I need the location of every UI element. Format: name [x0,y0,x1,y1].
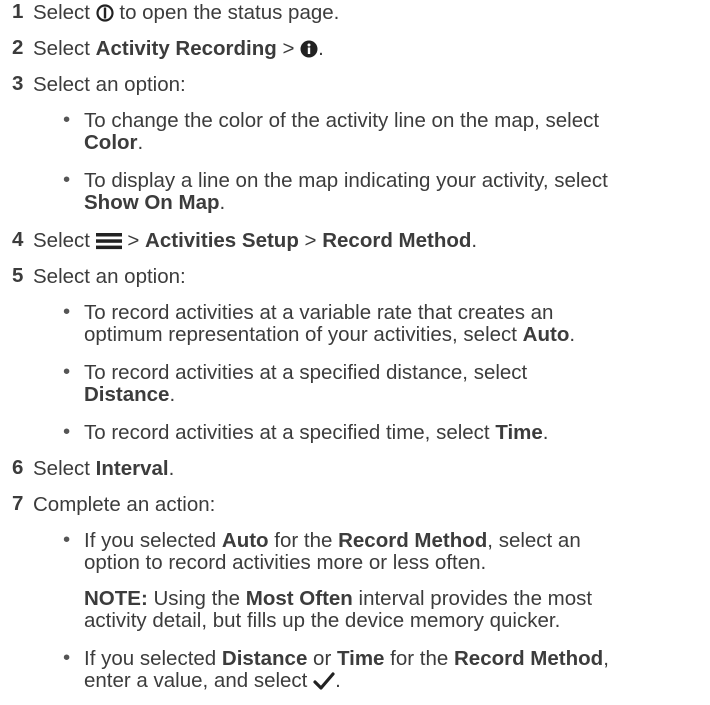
bullet: • [63,646,71,669]
bullet-text-cont: optimum representation of your activitie… [84,323,576,346]
document-page: 1 Select to open the status page. 2 Sele… [0,0,710,705]
step-number: 6 [12,456,24,479]
bullet: • [63,108,71,131]
bullet-text-cont: option to record activities more or less… [84,551,487,574]
step-6-text: Select Interval. [33,457,175,480]
step-number: 2 [12,36,24,59]
bullet: • [63,168,71,191]
step-number: 7 [12,492,24,515]
step-4-text: Select > Activities Setup > Record Metho… [33,228,477,257]
bullet-text: To record activities at a specified time… [84,421,549,444]
step-5-text: Select an option: [33,265,186,288]
bullet-text-cont: Color. [84,131,144,154]
step-number: 1 [12,0,24,23]
bullet: • [63,420,71,443]
step-7-text: Complete an action: [33,493,216,516]
step-1-text: Select to open the status page. [33,0,339,29]
bullet-text-cont: enter a value, and select . [84,668,341,697]
step-3-text: Select an option: [33,73,186,96]
bullet-text-cont: Distance. [84,383,176,406]
bullet-text: To change the color of the activity line… [84,109,600,132]
menu-icon [95,231,122,257]
bullet-text-cont: Show On Map. [84,191,226,214]
bullet: • [63,360,71,383]
power-icon [96,3,114,29]
step-number: 5 [12,264,24,287]
step-number: 4 [12,228,24,251]
step-number: 3 [12,72,24,95]
check-icon [313,671,335,697]
bullet: • [63,528,71,551]
info-icon [300,39,318,65]
note-text-cont: activity detail, but fills up the device… [84,609,561,632]
bullet: • [63,300,71,323]
step-2-text: Select Activity Recording > . [33,36,324,65]
